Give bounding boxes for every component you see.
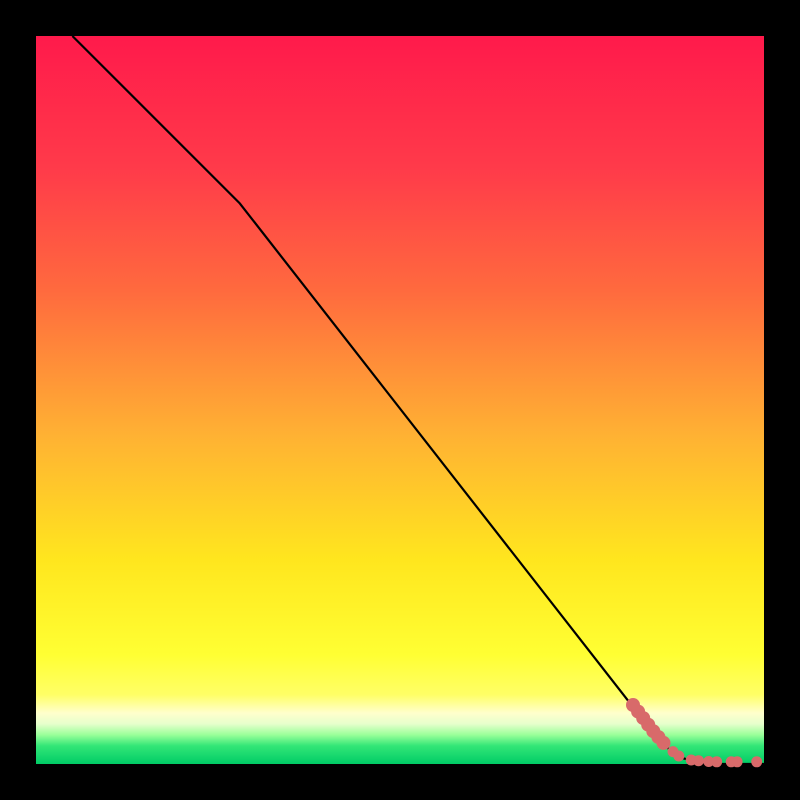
data-point — [693, 755, 704, 766]
chart-canvas — [0, 0, 800, 800]
chart-gradient-panel — [36, 36, 764, 764]
chart-frame: TheBottleneck.com — [0, 0, 800, 800]
data-point — [711, 756, 722, 767]
data-point — [673, 751, 684, 762]
data-point — [657, 736, 671, 750]
data-point — [732, 756, 743, 767]
data-point — [751, 756, 762, 767]
